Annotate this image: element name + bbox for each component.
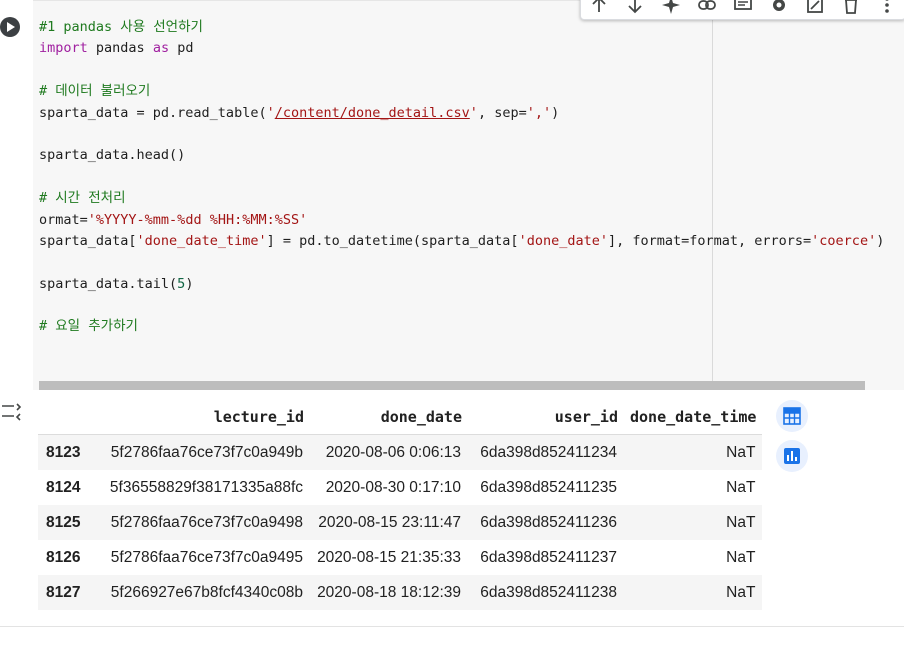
cell-done-date: 2020-08-15 23:11:47 xyxy=(310,505,468,540)
cell-lecture-id: 5f266927e67b8fcf4340c08b xyxy=(98,575,310,610)
cell-output: lecture_id done_date user_id done_date_t… xyxy=(0,390,904,627)
cell-user-id: 6da398d852411234 xyxy=(468,434,624,470)
more-vert-icon[interactable] xyxy=(877,0,897,15)
cell-done-date-time: NaT xyxy=(624,505,763,540)
link-icon[interactable] xyxy=(697,0,717,15)
table-view-icon xyxy=(783,407,801,425)
arrow-down-icon[interactable] xyxy=(625,0,645,15)
code-line: ormat='%YYYY-%mm-%dd %HH:%MM:%SS' xyxy=(39,211,308,228)
cell-user-id: 6da398d852411236 xyxy=(468,505,624,540)
table-row: 8127 5f266927e67b8fcf4340c08b 2020-08-18… xyxy=(38,575,763,610)
trash-icon[interactable] xyxy=(841,0,861,15)
cell-done-date: 2020-08-18 18:12:39 xyxy=(310,575,468,610)
sparkle-icon[interactable] xyxy=(661,0,681,15)
cell-done-date: 2020-08-30 0:17:10 xyxy=(310,470,468,505)
output-actions-icon[interactable] xyxy=(0,400,22,422)
cell-toolbar xyxy=(580,0,904,20)
cell-done-date-time: NaT xyxy=(624,575,763,610)
cell-user-id: 6da398d852411238 xyxy=(468,575,624,610)
comment-icon[interactable] xyxy=(733,0,753,15)
code-cell[interactable]: #1 pandas 사용 선언하기 import pandas as pd # 데… xyxy=(0,0,904,391)
cell-lecture-id: 5f36558829f38171335a88fc xyxy=(98,470,310,505)
cell-lecture-id: 5f2786faa76ce73f7c0a9495 xyxy=(98,540,310,575)
cell-user-id: 6da398d852411235 xyxy=(468,470,624,505)
table-header-row: lecture_id done_date user_id done_date_t… xyxy=(38,400,763,435)
run-cell-button[interactable] xyxy=(0,17,20,37)
cell-lecture-id: 5f2786faa76ce73f7c0a949b xyxy=(98,434,310,470)
row-index: 8126 xyxy=(38,540,98,575)
cell-user-id: 6da398d852411237 xyxy=(468,540,624,575)
column-header-done-date: done_date xyxy=(310,400,468,435)
cell-done-date-time: NaT xyxy=(624,540,763,575)
row-index: 8127 xyxy=(38,575,98,610)
code-line: sparta_data.head() xyxy=(39,147,186,164)
code-editor[interactable]: #1 pandas 사용 선언하기 import pandas as pd # 데… xyxy=(33,0,904,391)
table-row: 8123 5f2786faa76ce73f7c0a949b 2020-08-06… xyxy=(38,434,763,470)
cell-done-date-time: NaT xyxy=(624,434,763,470)
cell-lecture-id: 5f2786faa76ce73f7c0a9498 xyxy=(98,505,310,540)
cell-gutter xyxy=(0,0,33,390)
column-header-index xyxy=(38,400,98,435)
column-header-user-id: user_id xyxy=(468,400,624,435)
gear-icon[interactable] xyxy=(769,0,789,15)
table-row: 8126 5f2786faa76ce73f7c0a9495 2020-08-15… xyxy=(38,540,763,575)
code-line: #1 pandas 사용 선언하기 xyxy=(39,19,203,35)
code-text[interactable]: #1 pandas 사용 선언하기 import pandas as pd # 데… xyxy=(39,17,884,338)
cell-done-date-time: NaT xyxy=(624,470,763,505)
row-index: 8125 xyxy=(38,505,98,540)
column-header-done-date-time: done_date_time xyxy=(624,400,763,435)
code-line: # 데이터 불러오기 xyxy=(39,83,151,100)
row-index: 8123 xyxy=(38,434,98,470)
code-line: sparta_data = pd.read_table('/content/do… xyxy=(39,104,560,121)
code-line: # 시간 전처리 xyxy=(39,190,126,207)
code-line: sparta_data.tail(5) xyxy=(39,275,194,292)
mirror-cell-icon[interactable] xyxy=(805,0,825,15)
code-line: sparta_data['done_date_time'] = pd.to_da… xyxy=(39,232,885,249)
code-line: # 요일 추가하기 xyxy=(39,318,138,335)
dataframe-table: lecture_id done_date user_id done_date_t… xyxy=(38,400,763,610)
code-line: import pandas as pd xyxy=(39,40,194,57)
table-row: 8125 5f2786faa76ce73f7c0a9498 2020-08-15… xyxy=(38,505,763,540)
table-row: 8124 5f36558829f38171335a88fc 2020-08-30… xyxy=(38,470,763,505)
horizontal-scrollbar[interactable] xyxy=(39,381,865,390)
arrow-up-icon[interactable] xyxy=(589,0,609,15)
table-view-button[interactable] xyxy=(776,400,808,432)
column-header-lecture-id: lecture_id xyxy=(98,400,310,435)
cell-done-date: 2020-08-06 0:06:13 xyxy=(310,434,468,470)
chart-suggest-icon xyxy=(784,448,800,464)
row-index: 8124 xyxy=(38,470,98,505)
chart-suggest-button[interactable] xyxy=(776,440,808,472)
cell-done-date: 2020-08-15 21:35:33 xyxy=(310,540,468,575)
